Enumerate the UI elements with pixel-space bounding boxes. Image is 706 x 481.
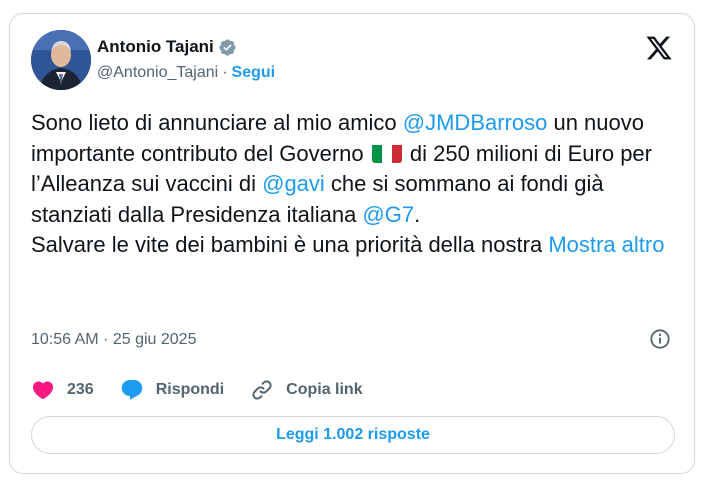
italy-flag-icon bbox=[371, 143, 402, 163]
reply-label: Rispondi bbox=[155, 381, 225, 398]
avatar-image bbox=[31, 30, 91, 90]
like-button[interactable]: 236 bbox=[31, 378, 94, 402]
likes-count: 236 bbox=[67, 381, 94, 398]
info-icon[interactable] bbox=[649, 328, 671, 350]
tweet-text-part: Salvare le vite dei bambini è una priori… bbox=[31, 232, 543, 257]
copy-link-label: Copia link bbox=[286, 381, 363, 398]
tweet-text-part: Sono lieto di annunciare al mio amico bbox=[31, 110, 403, 135]
heart-icon bbox=[32, 381, 54, 400]
follow-button[interactable]: Segui bbox=[232, 64, 276, 81]
author-name[interactable]: Antonio Tajani bbox=[97, 37, 214, 57]
mention-link-gavi[interactable]: @gavi bbox=[262, 171, 325, 196]
speech-bubble-icon bbox=[121, 380, 142, 400]
tweet-text-part: . bbox=[414, 201, 421, 227]
tweet-actions: 236 Rispondi Copia link bbox=[31, 378, 389, 402]
author-name-row: Antonio Tajani bbox=[97, 37, 237, 57]
x-logo-icon[interactable] bbox=[645, 34, 673, 62]
tweet-time: 10:56 AM bbox=[31, 331, 99, 348]
separator-dot: · bbox=[222, 64, 228, 81]
tweet-text: Sono lieto di annunciare al mio amico @J… bbox=[31, 108, 681, 261]
reply-button[interactable]: Rispondi bbox=[120, 378, 224, 402]
avatar[interactable] bbox=[31, 30, 91, 90]
verified-badge-icon bbox=[219, 38, 236, 56]
tweet-timestamp[interactable]: 10:56 AM · 25 giu 2025 bbox=[31, 331, 196, 349]
link-icon bbox=[252, 380, 272, 400]
embedded-tweet-card: Antonio Tajani @Antonio_Tajani · Segui Son… bbox=[9, 13, 695, 474]
mention-link-g7[interactable]: @G7 bbox=[362, 202, 414, 227]
show-more-link[interactable]: Mostra altro bbox=[548, 232, 664, 257]
copy-link-button[interactable]: Copia link bbox=[250, 378, 363, 402]
read-replies-button[interactable]: Leggi 1.002 risposte bbox=[31, 416, 675, 454]
separator-dot: · bbox=[103, 331, 109, 348]
author-handle[interactable]: @Antonio_Tajani bbox=[97, 64, 218, 81]
mention-link-jmdbarroso[interactable]: @JMDBarroso bbox=[403, 110, 548, 135]
tweet-date: 25 giu 2025 bbox=[112, 331, 197, 348]
author-handle-row: @Antonio_Tajani · Segui bbox=[97, 64, 275, 82]
read-replies-label: Leggi 1.002 risposte bbox=[276, 426, 430, 443]
